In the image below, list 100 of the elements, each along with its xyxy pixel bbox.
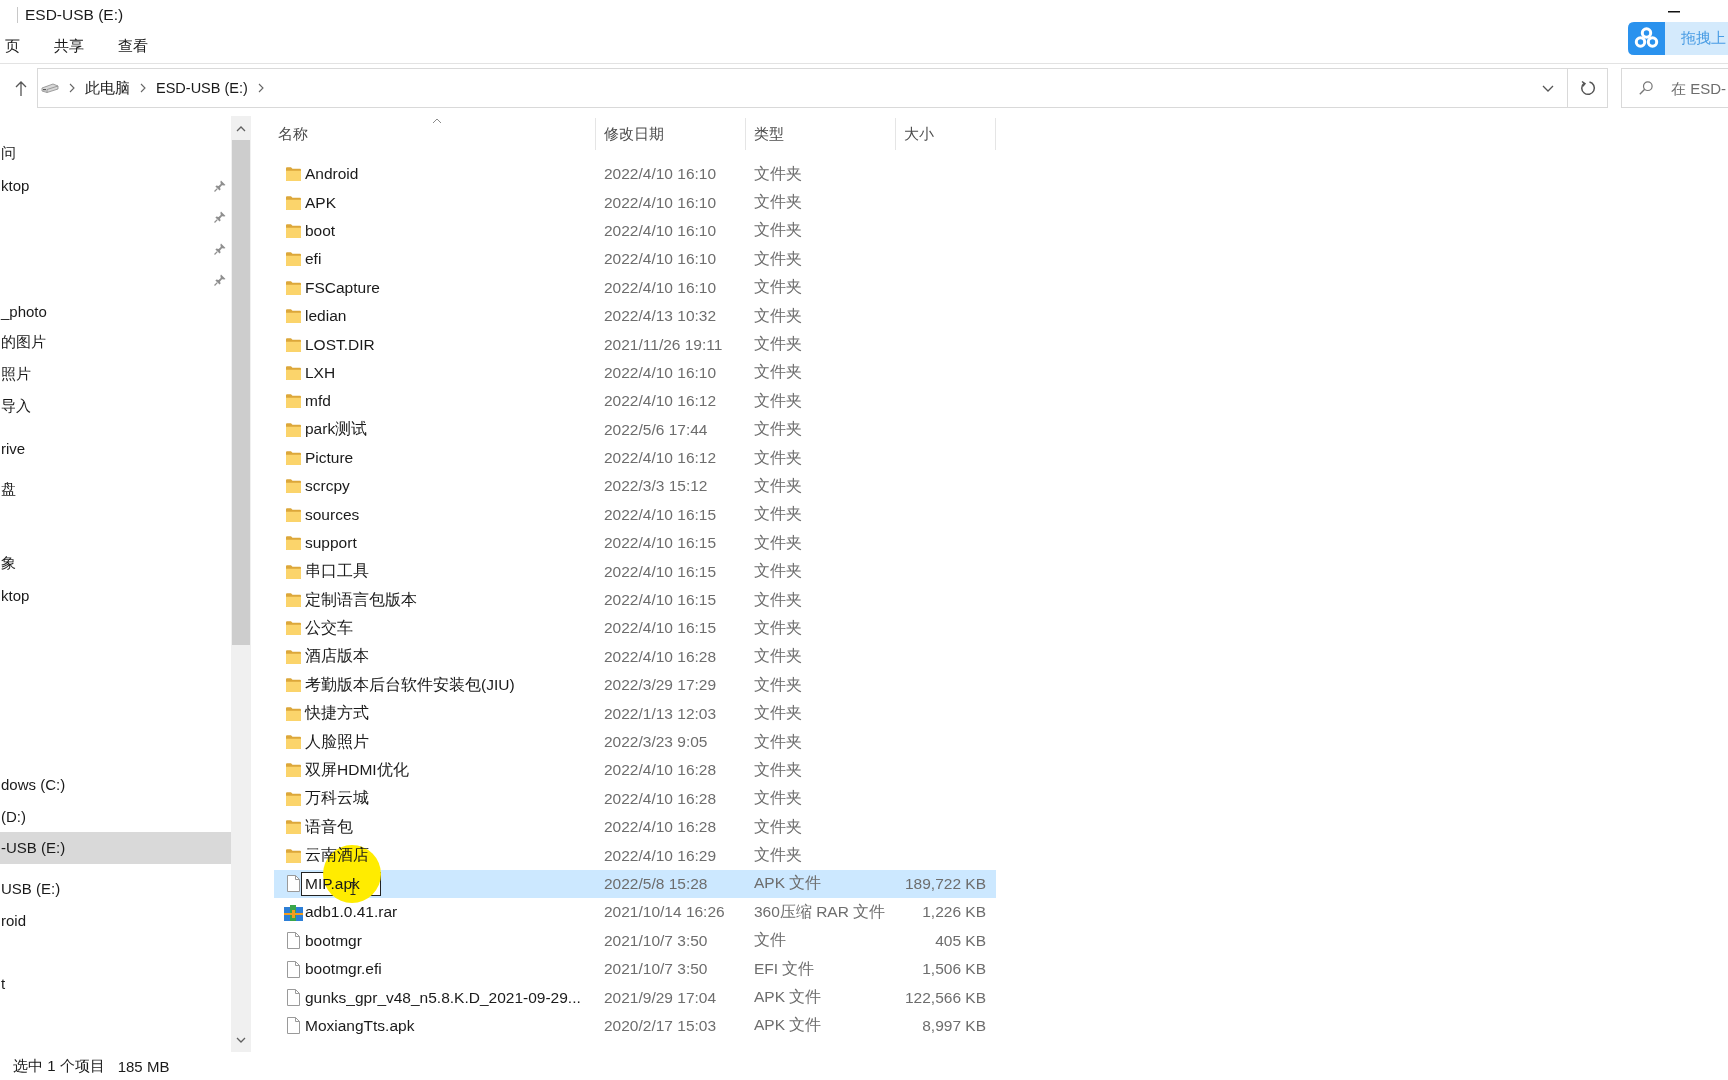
modified-date: 2022/3/29 17:29 [604,676,717,695]
modified-date: 2022/4/10 16:15 [604,505,717,524]
nav-item[interactable]: -USB (E:) [0,832,231,864]
file-row[interactable]: scrcpy 2022/3/3 15:12 文件夹 [274,472,996,501]
file-row[interactable]: 语音包 2022/4/10 16:28 文件夹 [274,813,996,842]
nav-item[interactable]: 盘 [0,474,231,506]
chevron-down-icon[interactable] [1542,84,1554,92]
nav-item[interactable]: roid [0,905,231,937]
scrollbar-track[interactable] [231,116,251,1052]
file-row[interactable]: FSCapture 2022/4/10 16:10 文件夹 [274,273,996,302]
search-field[interactable]: 在 ESD- [1621,68,1728,108]
refresh-button[interactable] [1568,68,1608,108]
file-name: gunks_gpr_v48_n5.8.K.D_2021-09-29... [305,988,581,1007]
nav-item[interactable]: 象 [0,548,231,580]
file-type: APK 文件 [754,873,822,894]
file-name: support [305,534,357,553]
file-type: 文件夹 [754,759,802,780]
file-type: 文件夹 [754,476,802,496]
pin-icon[interactable] [214,210,226,223]
ribbon-tab[interactable]: 页 [5,37,20,56]
breadcrumb-item[interactable]: 此电脑 [85,78,130,98]
file-row[interactable]: 考勤版本后台软件安装包(JIU) 2022/3/29 17:29 文件夹 [274,671,996,700]
chevron-up-icon[interactable] [236,126,246,132]
folder-icon [286,763,301,778]
modified-date: 2022/5/8 15:28 [604,874,708,893]
file-row[interactable]: 双屏HDMI优化 2022/4/10 16:28 文件夹 [274,756,996,785]
ribbon-tab[interactable]: 查看 [118,37,148,56]
chevron-down-icon[interactable] [236,1037,246,1043]
file-row[interactable]: bootmgr 2021/10/7 3:50 文件 405 KB [274,926,996,955]
file-row[interactable]: 人脸照片 2022/3/23 9:05 文件夹 [274,727,996,757]
folder-icon [286,223,301,238]
file-row[interactable]: Android 2022/4/10 16:10 文件夹 [274,160,996,189]
refresh-icon [1579,80,1596,96]
file-row[interactable]: efi 2022/4/10 16:10 文件夹 [274,245,996,274]
nav-item[interactable]: dows (C:) [0,769,231,801]
nav-item[interactable]: 照片 [0,359,231,391]
column-header[interactable]: 名称 [274,118,596,150]
modified-date: 2022/4/10 16:29 [604,846,717,865]
modified-date: 2020/2/17 15:03 [604,1016,717,1035]
up-arrow-icon[interactable] [15,81,27,96]
column-header[interactable]: 大小 [896,118,996,150]
file-row[interactable]: bootmgr.efi 2021/10/7 3:50 EFI 文件 1,506 KB [274,954,996,984]
nav-item[interactable]: 问 [0,138,231,170]
nav-item[interactable]: (D:) [0,801,231,833]
nav-item[interactable]: 导入 [0,391,231,423]
nav-item[interactable]: 的图片 [0,327,231,359]
file-row[interactable]: mfd 2022/4/10 16:12 文件夹 [274,387,996,416]
scrollbar-thumb[interactable] [232,140,250,645]
modified-date: 2022/4/10 16:15 [604,619,717,638]
pin-icon[interactable] [214,179,226,192]
cloud-logo-icon [1628,22,1665,55]
file-name: 快捷方式 [305,703,369,724]
breadcrumb-item[interactable]: ESD-USB (E:) [156,80,248,96]
file-row[interactable]: ledian 2022/4/13 10:32 文件夹 [274,301,996,331]
file-type: 文件夹 [754,788,802,809]
column-header[interactable]: 修改日期 [596,118,746,150]
file-row[interactable]: 定制语言包版本 2022/4/10 16:15 文件夹 [274,585,996,615]
file-row[interactable]: LOST.DIR 2021/11/26 19:11 文件夹 [274,330,996,359]
file-type: 文件夹 [754,532,802,553]
folder-icon [286,564,301,579]
nav-item[interactable]: t [0,967,231,1000]
file-row[interactable]: park测试 2022/5/6 17:44 文件夹 [274,415,996,444]
nav-item[interactable]: ktop [0,580,231,612]
file-row[interactable]: 串口工具 2022/4/10 16:15 文件夹 [274,557,996,586]
pin-icon[interactable] [214,242,226,255]
file-name: MoxiangTts.apk [305,1016,415,1035]
file-row[interactable]: sources 2022/4/10 16:15 文件夹 [274,500,996,530]
file-size: 1,226 KB [922,903,986,922]
chevron-right-icon[interactable] [257,83,264,93]
modified-date: 2022/4/10 16:10 [604,250,717,269]
file-row[interactable]: 快捷方式 2022/1/13 12:03 文件夹 [274,699,996,728]
file-row[interactable]: MoxiangTts.apk 2020/2/17 15:03 APK 文件 8,997 KB [274,1011,996,1041]
file-name: 语音包 [305,816,353,837]
nav-item[interactable]: USB (E:) [0,873,231,905]
file-row[interactable]: 公交车 2022/4/10 16:15 文件夹 [274,614,996,643]
pin-icon[interactable] [214,273,226,286]
address-field[interactable]: 此电脑 ESD-USB (E:) [37,68,1568,108]
modified-date: 2022/4/10 16:10 [604,193,717,212]
minimize-icon[interactable] [1668,11,1680,13]
file-row[interactable]: adb1.0.41.rar 2021/10/14 16:26 360压缩 RAR 文件 1,226 KB [274,898,996,927]
file-row[interactable]: 酒店版本 2022/4/10 16:28 文件夹 [274,642,996,672]
file-row[interactable]: LXH 2022/4/10 16:10 文件夹 [274,358,996,388]
file-row[interactable]: boot 2022/4/10 16:10 文件夹 [274,216,996,246]
file-type: 文件夹 [754,646,802,667]
ribbon-tab[interactable]: 共享 [54,37,84,56]
modified-date: 2021/10/7 3:50 [604,960,708,979]
file-row[interactable]: Picture 2022/4/10 16:12 文件夹 [274,443,996,473]
folder-icon [286,394,301,409]
file-row[interactable]: APK 2022/4/10 16:10 文件夹 [274,188,996,217]
folder-icon [286,706,301,721]
nav-item[interactable]: ktop [0,170,231,202]
file-row[interactable]: gunks_gpr_v48_n5.8.K.D_2021-09-29... 2021/9/29 17:04 APK 文件 122,566 KB [274,983,996,1012]
file-row[interactable]: 万科云城 2022/4/10 16:28 文件夹 [274,784,996,813]
file-row[interactable]: support 2022/4/10 16:15 文件夹 [274,529,996,558]
chevron-right-icon[interactable] [69,83,75,93]
chevron-right-icon[interactable] [140,83,146,93]
file-size: 8,997 KB [922,1016,986,1035]
column-header[interactable]: 类型 [746,118,896,150]
nav-item[interactable]: rive [0,433,231,465]
nav-item[interactable]: _photo [0,296,231,328]
